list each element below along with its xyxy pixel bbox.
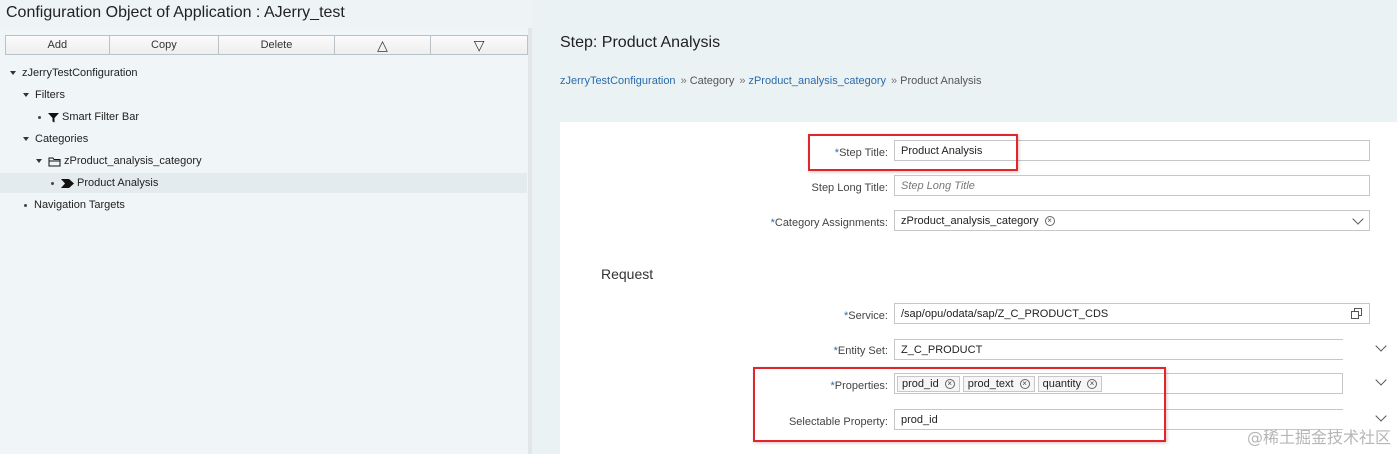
bullet-icon [24,203,27,207]
service-input[interactable]: /sap/opu/odata/sap/Z_C_PRODUCT_CDS [894,303,1370,324]
tree-node-navigation-targets[interactable]: Navigation Targets [0,195,527,215]
entity-set-label: *Entity Set: [833,345,888,357]
copy-button[interactable]: Copy [109,36,220,54]
breadcrumb-root-link[interactable]: zJerryTestConfiguration [560,75,676,87]
app-title: Configuration Object of Application : AJ… [6,4,345,21]
move-down-button[interactable]: ▽ [431,36,527,54]
configuration-tree-panel: Add Copy Delete △ ▽ zJerryTestConfigurat… [0,28,532,454]
expand-arrow-icon[interactable] [36,159,42,163]
breadcrumb-current: Product Analysis [900,75,982,87]
add-button[interactable]: Add [6,36,110,54]
breadcrumb-separator-icon: » [739,75,745,87]
category-assignments-multiinput[interactable]: zProduct_analysis_category × [894,210,1370,231]
properties-label: *Properties: [830,380,888,392]
move-up-button[interactable]: △ [334,36,432,54]
step-detail-panel: Step: Product Analysis zJerryTestConfigu… [532,0,1397,454]
folder-icon [48,156,61,167]
value-help-icon[interactable] [1351,308,1362,319]
tree-node-label: Navigation Targets [34,199,125,211]
breadcrumb-separator-icon: » [891,75,897,87]
tree-node-label: Categories [35,133,89,145]
tree-node-smart-filter-bar[interactable]: Smart Filter Bar [0,107,527,127]
chevron-down-icon[interactable] [1375,410,1387,422]
step-long-title-input[interactable]: Step Long Title [894,175,1370,196]
chevron-down-icon[interactable] [1352,213,1364,225]
tree-node-label: Smart Filter Bar [62,111,140,123]
chevron-down-icon[interactable] [1375,374,1387,386]
breadcrumb-category: Category [689,75,735,87]
step-title-input[interactable]: Product Analysis [894,140,1370,161]
category-assignments-label: *Category Assignments: [770,217,888,229]
expand-arrow-icon[interactable] [10,71,16,75]
configuration-tree: zJerryTestConfiguration Filters Smart Fi… [0,60,530,454]
tree-node-label: zJerryTestConfiguration [22,67,138,79]
token-remove-icon[interactable]: × [1087,378,1098,389]
tree-node-label: Product Analysis [77,177,159,189]
tree-node-category[interactable]: zProduct_analysis_category [0,151,527,171]
properties-dropdown-arrow[interactable] [1343,373,1397,394]
page-title: Step: Product Analysis [560,34,721,51]
token-remove-icon[interactable]: × [1044,215,1055,226]
step-chevron-icon [61,178,74,188]
properties-multiinput[interactable]: prod_id × prod_text × quantity × [894,373,1343,394]
selectable-property-label: Selectable Property: [788,416,888,428]
property-token: quantity × [1037,375,1103,392]
chevron-down-icon[interactable] [1375,340,1387,352]
tree-node-step[interactable]: Product Analysis [0,173,527,193]
breadcrumb: zJerryTestConfiguration » Category » zPr… [560,75,981,87]
entity-set-select[interactable]: Z_C_PRODUCT [894,339,1343,360]
tree-node-root[interactable]: zJerryTestConfiguration [0,63,527,83]
token-remove-icon[interactable]: × [1019,378,1030,389]
category-token: zProduct_analysis_category × [897,213,1059,229]
delete-button[interactable]: Delete [219,36,335,54]
token-remove-icon[interactable]: × [944,378,955,389]
tree-node-label: Filters [35,89,65,101]
watermark: @稀土掘金技术社区 [1246,428,1391,447]
breadcrumb-category-link[interactable]: zProduct_analysis_category [748,75,886,87]
tree-node-categories[interactable]: Categories [0,129,527,149]
expand-arrow-icon[interactable] [23,93,29,97]
tree-toolbar: Add Copy Delete △ ▽ [5,35,528,55]
tree-node-label: zProduct_analysis_category [64,155,202,167]
service-label: *Service: [843,310,888,322]
step-long-title-label: Step Long Title: [811,182,888,194]
step-form: *Step Title: Product Analysis Step Long … [560,122,1397,454]
bullet-icon [38,115,41,119]
property-token: prod_text × [962,375,1035,392]
tree-node-filters[interactable]: Filters [0,85,527,105]
expand-arrow-icon[interactable] [23,137,29,141]
step-title-label: *Step Title: [834,147,888,159]
entity-set-dropdown-arrow[interactable] [1343,339,1397,360]
property-token: prod_id × [897,375,960,392]
breadcrumb-separator-icon: » [680,75,687,87]
filter-icon [48,112,59,123]
request-section-title: Request [601,266,654,282]
bullet-icon [51,181,54,185]
